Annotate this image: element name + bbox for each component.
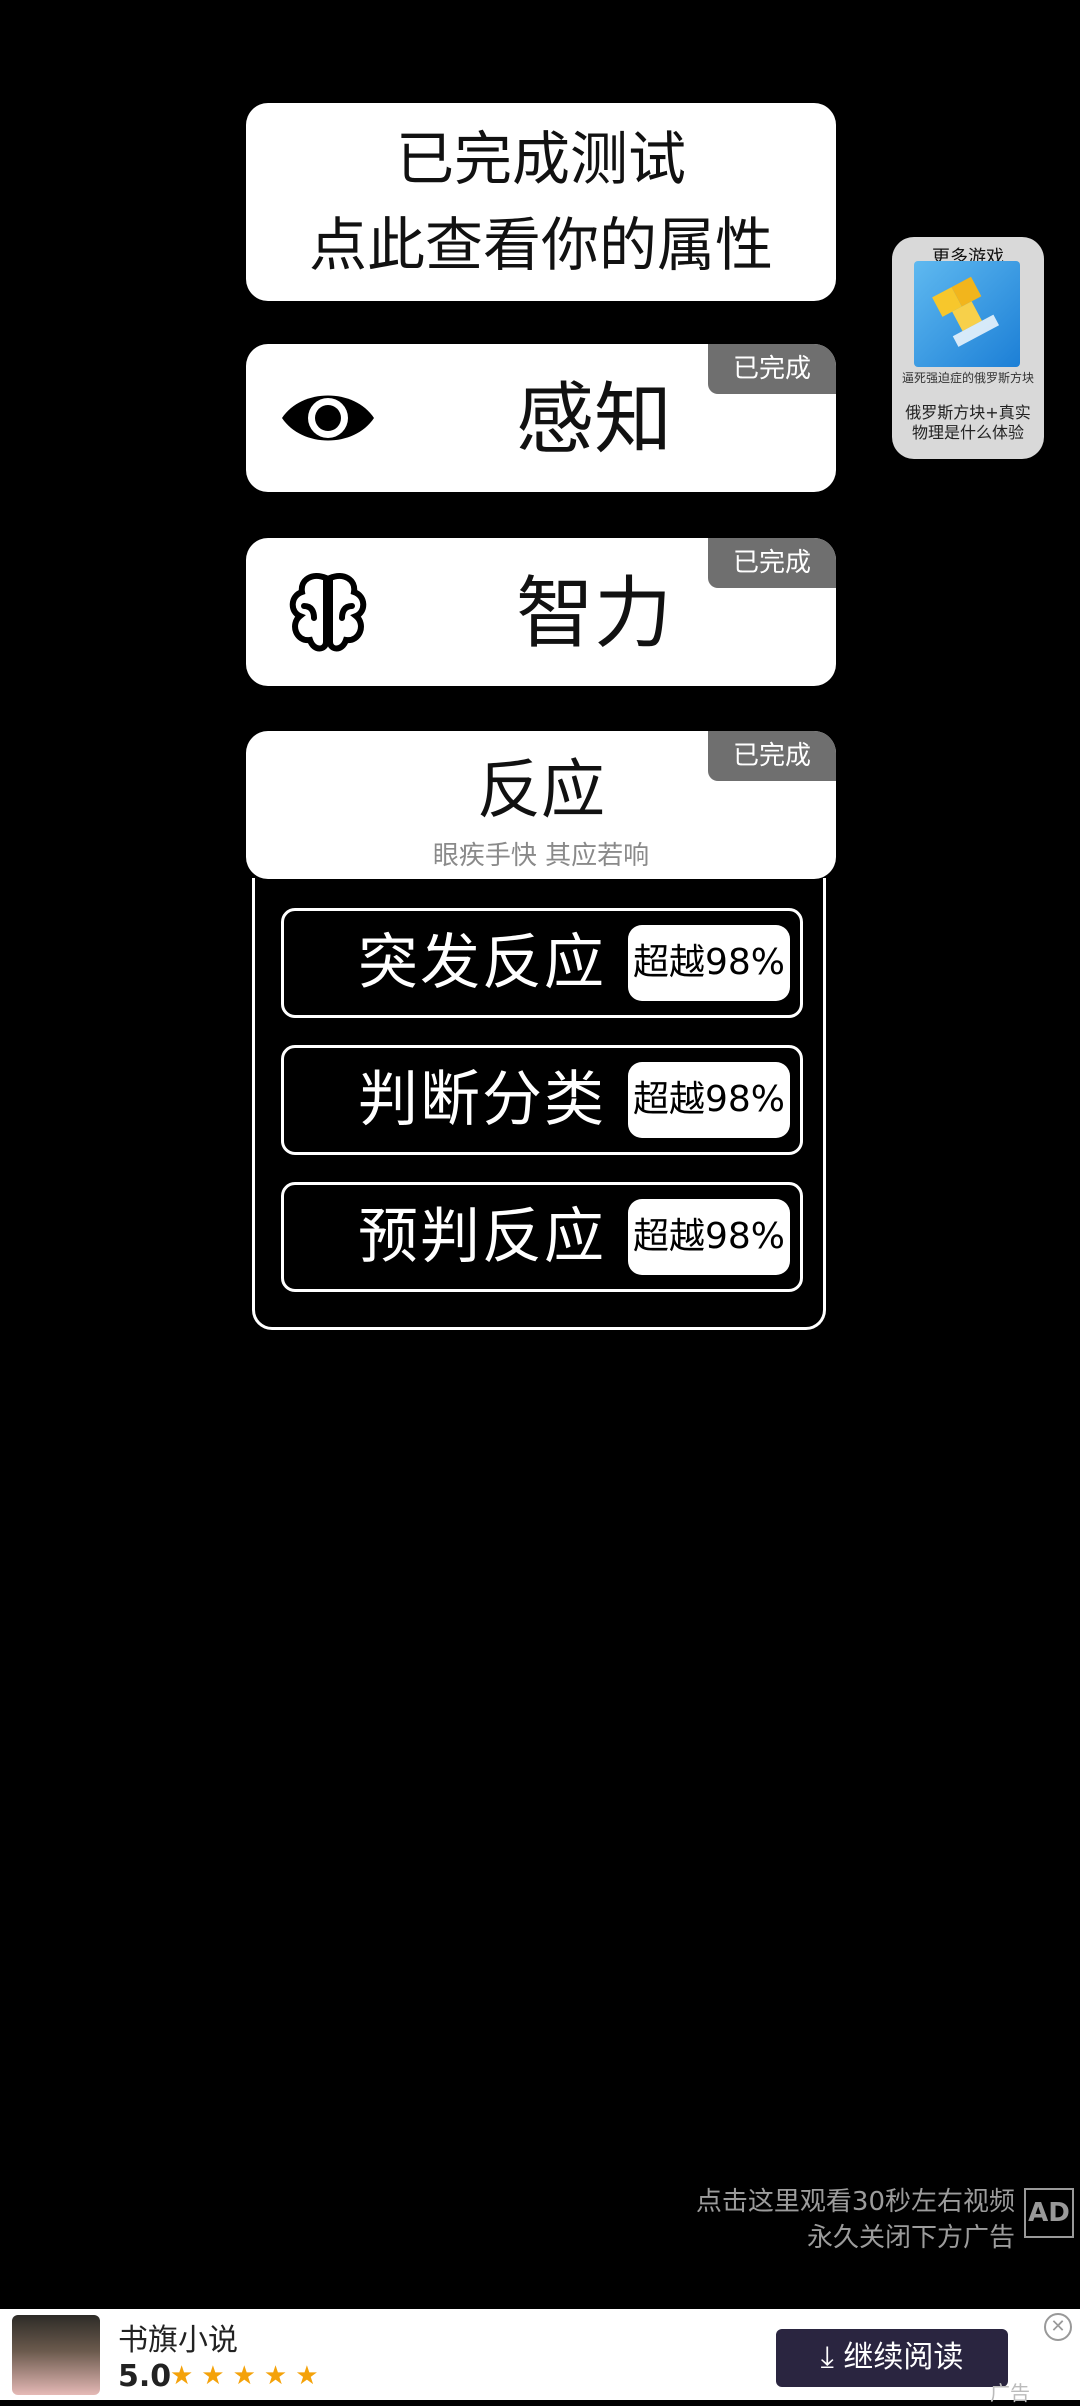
- summary-line-2: 点此查看你的属性: [308, 211, 773, 279]
- detail-row-sudden-reaction[interactable]: 突发反应 超越98%: [281, 908, 803, 1018]
- completed-tag: 已完成: [708, 344, 836, 394]
- detail-label: 判断分类: [358, 1065, 606, 1135]
- video-hint-line-2: 永久关闭下方广告: [806, 2223, 1015, 2253]
- reaction-title: 反应: [477, 754, 605, 828]
- view-attributes-card[interactable]: 已完成测试 点此查看你的属性: [246, 103, 836, 301]
- completed-tag: 已完成: [708, 538, 836, 588]
- app-name: 书旗小说: [118, 2323, 238, 2358]
- tetris-game-thumbnail: [914, 261, 1020, 367]
- app-thumbnail: [12, 2315, 100, 2395]
- intelligence-card[interactable]: 已完成 智力: [246, 538, 836, 686]
- app-rating: 5.0: [118, 2359, 172, 2394]
- rating-stars-icon: ★★★★★: [170, 2361, 327, 2391]
- detail-row-judgment-classification[interactable]: 判断分类 超越98%: [281, 1045, 803, 1155]
- watch-video-remove-ads[interactable]: 点击这里观看30秒左右视频 永久关闭下方广告: [550, 2180, 1020, 2256]
- game-caption: 逼死强迫症的俄罗斯方块: [901, 371, 1034, 385]
- detail-row-anticipation-reaction[interactable]: 预判反应 超越98%: [281, 1182, 803, 1292]
- summary-line-1: 已完成测试: [395, 125, 686, 193]
- close-icon[interactable]: ✕: [1044, 2313, 1072, 2341]
- more-games-ad[interactable]: 更多游戏 逼死强迫症的俄罗斯方块 俄罗斯方块+真实物理是什么体验: [892, 237, 1044, 459]
- continue-reading-button[interactable]: ⤓ 继续阅读: [776, 2329, 1008, 2387]
- reaction-card[interactable]: 已完成 反应 眼疾手快 其应若响: [246, 731, 836, 879]
- reaction-detail-panel: 突发反应 超越98% 判断分类 超越98% 预判反应 超越98%: [252, 878, 826, 1330]
- bottom-banner-ad[interactable]: 书旗小说 5.0 ★★★★★ ⤓ 继续阅读 ✕ 广告: [0, 2309, 1080, 2405]
- percentile-badge: 超越98%: [628, 1062, 790, 1138]
- game-description: 俄罗斯方块+真实物理是什么体验: [905, 403, 1031, 442]
- no-ad-icon[interactable]: AD: [1024, 2188, 1074, 2238]
- video-hint-line-1: 点击这里观看30秒左右视频: [695, 2187, 1015, 2217]
- reaction-subtitle: 眼疾手快 其应若响: [432, 841, 650, 871]
- perception-card[interactable]: 已完成 感知: [246, 344, 836, 492]
- intelligence-title: 智力: [516, 569, 673, 659]
- eye-icon: [282, 395, 374, 441]
- ad-label: 广告: [990, 2381, 1030, 2405]
- brain-icon: [289, 572, 367, 652]
- percentile-badge: 超越98%: [628, 1199, 790, 1275]
- tetris-blocks-icon: [932, 276, 1000, 347]
- detail-label: 预判反应: [358, 1202, 606, 1272]
- percentile-badge: 超越98%: [628, 925, 790, 1001]
- perception-title: 感知: [516, 375, 673, 465]
- detail-label: 突发反应: [358, 928, 606, 998]
